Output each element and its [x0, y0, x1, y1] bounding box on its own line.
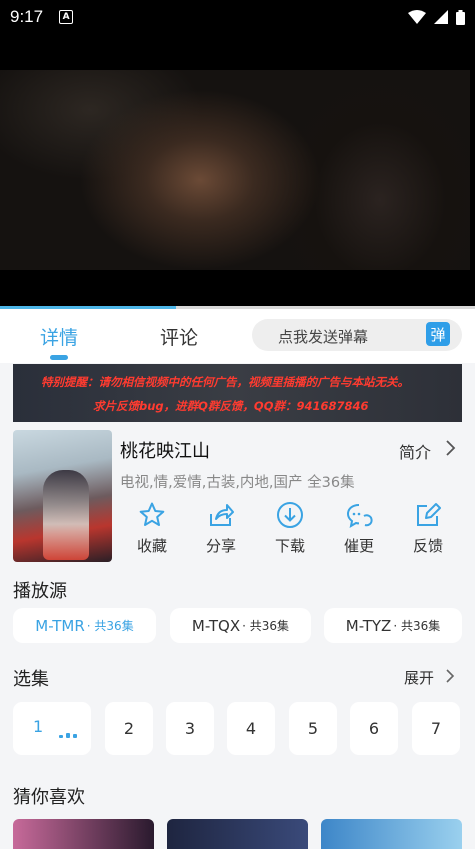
source-count: · 共36集 [393, 619, 441, 633]
source-option[interactable]: M-TQX · 共36集 [170, 608, 311, 643]
episode-button[interactable]: 3 [166, 702, 214, 755]
signal-icon [434, 10, 448, 24]
video-player[interactable] [0, 34, 475, 308]
status-bar: 9:17 A [0, 0, 475, 34]
source-option[interactable]: M-TMR · 共36集 [13, 608, 156, 643]
battery-icon [456, 9, 465, 25]
recommend-card[interactable] [321, 819, 462, 849]
share-label: 分享 [205, 537, 236, 555]
source-count: · 共36集 [242, 619, 290, 633]
danmu-send-button[interactable]: 弹 [426, 322, 450, 346]
feedback-icon [417, 503, 441, 526]
playing-indicator-icon [59, 733, 77, 738]
danmu-placeholder: 点我发送弹幕 [278, 328, 369, 346]
wifi-icon [408, 10, 426, 24]
poster-figure [43, 470, 89, 560]
action-row: 收藏 分享 下载 催更 反馈 [120, 501, 465, 561]
chevron-right-icon[interactable] [444, 439, 456, 457]
episode-button[interactable]: 2 [105, 702, 153, 755]
feedback-button[interactable]: 反馈 [398, 501, 458, 556]
urge-label: 催更 [343, 537, 374, 555]
tab-detail[interactable]: 详情 [40, 323, 78, 350]
episode-button[interactable]: 1 [13, 702, 91, 755]
tab-bar: 详情 评论 点我发送弹幕 弹 [0, 309, 475, 363]
source-name: M-TYZ [345, 616, 392, 635]
favorite-button[interactable]: 收藏 [122, 501, 182, 556]
show-title: 桃花映江山 [120, 441, 210, 462]
source-count: · 共36集 [86, 619, 134, 633]
expand-button[interactable]: 展开 [404, 667, 434, 688]
urge-button[interactable]: 催更 [329, 501, 389, 556]
feedback-label: 反馈 [412, 537, 443, 555]
episodes-title: 选集 [13, 669, 49, 690]
tab-comment[interactable]: 评论 [160, 323, 198, 350]
status-time: 9:17 [10, 7, 44, 26]
tab-indicator [50, 355, 68, 360]
episode-button[interactable]: 6 [350, 702, 398, 755]
banner-line-2: 求片反馈bug，进群Q群反馈，QQ群：941687846 [93, 399, 369, 413]
status-icons [408, 9, 465, 25]
recommend-title: 猜你喜欢 [13, 787, 85, 808]
episode-number: 1 [33, 717, 44, 736]
source-option[interactable]: M-TYZ · 共36集 [324, 608, 462, 643]
source-name: M-TMR [35, 616, 85, 635]
sources-title: 播放源 [13, 581, 67, 602]
show-poster [13, 430, 112, 562]
share-icon [210, 504, 234, 526]
urge-icon [346, 504, 373, 529]
download-button[interactable]: 下载 [260, 501, 320, 556]
episode-button[interactable]: 7 [412, 702, 460, 755]
star-icon [139, 502, 165, 526]
episode-button[interactable]: 5 [289, 702, 337, 755]
share-button[interactable]: 分享 [191, 501, 251, 556]
detail-content: 特别提醒：请勿相信视频中的任何广告，视频里插播的广告与本站无关。 求片反馈bug… [0, 363, 475, 849]
episode-button[interactable]: 4 [227, 702, 275, 755]
download-icon [277, 502, 303, 528]
chevron-right-icon[interactable] [445, 668, 455, 684]
favorite-label: 收藏 [136, 537, 167, 555]
download-label: 下载 [274, 537, 305, 555]
banner-line-1: 特别提醒：请勿相信视频中的任何广告，视频里插播的广告与本站无关。 [41, 375, 409, 389]
video-frame [0, 70, 470, 270]
danmu-input[interactable]: 点我发送弹幕 弹 [252, 319, 462, 351]
notice-banner[interactable]: 特别提醒：请勿相信视频中的任何广告，视频里插播的广告与本站无关。 求片反馈bug… [13, 364, 462, 422]
source-name: M-TQX [191, 616, 241, 635]
intro-button[interactable]: 简介 [399, 439, 431, 463]
show-tags: 电视,情,爱情,古装,内地,国产 全36集 [120, 475, 355, 491]
accessibility-icon: A [59, 10, 74, 24]
recommend-card[interactable] [167, 819, 308, 849]
recommend-card[interactable] [13, 819, 154, 849]
